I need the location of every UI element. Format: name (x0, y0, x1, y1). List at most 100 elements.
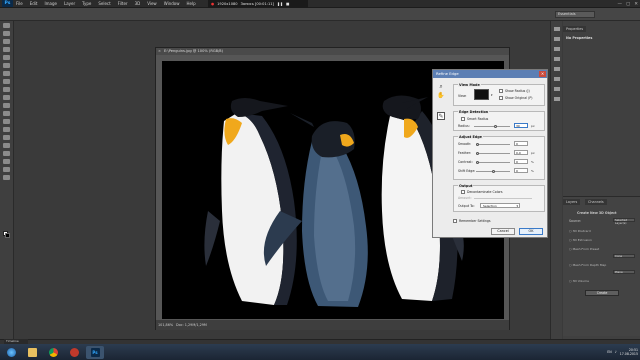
create-3d-button[interactable]: Create (585, 290, 619, 296)
minimize-button[interactable]: — (617, 2, 622, 7)
move-tool-icon[interactable] (3, 23, 10, 28)
blur-tool-icon[interactable] (3, 119, 10, 124)
preset-select[interactable]: Cone (613, 254, 635, 258)
adjust-row-slider[interactable] (476, 161, 510, 164)
option-3d-extrusion[interactable]: ○ 3D Extrusion (569, 238, 592, 242)
marquee-tool-icon[interactable] (3, 31, 10, 36)
start-orb-icon[interactable] (2, 346, 20, 359)
output-to-select[interactable]: Selection ▾ (480, 203, 520, 208)
menu-window[interactable]: Window (164, 1, 180, 6)
adjust-row-slider-knob[interactable] (476, 161, 479, 164)
decontaminate-checkbox[interactable] (461, 190, 465, 194)
menu-filter[interactable]: Filter (118, 1, 128, 6)
recorder-stop-icon[interactable]: ■ (286, 2, 289, 6)
workspace-select[interactable]: Essentials (555, 11, 595, 18)
radius-slider[interactable] (474, 125, 510, 128)
history-panel-icon[interactable] (553, 27, 560, 31)
adjustments-panel-icon[interactable] (553, 47, 560, 51)
remember-settings-checkbox[interactable] (453, 219, 457, 223)
adjust-row-slider-knob[interactable] (476, 143, 479, 146)
view-mode-thumbnail[interactable] (474, 89, 489, 100)
document-tab[interactable]: × E:\Penguins.jpg @ 100% (RGB/8) (156, 48, 509, 55)
show-original-checkbox[interactable] (499, 96, 503, 100)
menu-layer[interactable]: Layer (64, 1, 75, 6)
dropdown-arrow-icon[interactable]: ▾ (491, 93, 493, 97)
brush-panel-icon[interactable] (553, 77, 560, 81)
gradient-tool-icon[interactable] (3, 111, 10, 116)
clone-stamp-tool-icon[interactable] (3, 87, 10, 92)
smart-radius-checkbox[interactable] (461, 117, 465, 121)
type-tool-icon[interactable] (3, 143, 10, 148)
tab-properties[interactable]: Properties (563, 26, 587, 32)
clock[interactable]: 20:51 17.08.2015 (620, 348, 638, 356)
hand-tool-icon[interactable] (3, 167, 10, 172)
record-dot-icon[interactable]: ● (211, 2, 214, 6)
zoom-tool-icon[interactable] (3, 175, 10, 180)
shape-tool-icon[interactable] (3, 159, 10, 164)
crop-tool-icon[interactable] (3, 55, 10, 60)
menu-type[interactable]: Type (82, 1, 91, 6)
menu-file[interactable]: File (16, 1, 23, 6)
brush-tool-icon[interactable] (3, 79, 10, 84)
adjust-row-slider[interactable] (476, 170, 510, 173)
depth-map-select[interactable]: Plane (613, 270, 635, 274)
adjust-row-slider-knob[interactable] (492, 170, 495, 173)
zoom-level[interactable]: 101,86% (158, 323, 173, 327)
ok-button[interactable]: OK (519, 228, 543, 235)
dodge-tool-icon[interactable] (3, 127, 10, 132)
option-3d-postcard[interactable]: ○ 3D Postcard (569, 229, 591, 233)
character-panel-icon[interactable] (553, 57, 560, 61)
paragraph-panel-icon[interactable] (553, 67, 560, 71)
adjust-row-slider[interactable] (476, 143, 510, 146)
adjust-row-input[interactable]: 0 (514, 159, 528, 164)
cancel-button[interactable]: Cancel (491, 228, 515, 235)
option-mesh-depth[interactable]: ○ Mesh From Depth Map (569, 263, 606, 267)
amount-slider[interactable] (474, 198, 532, 199)
eraser-tool-icon[interactable] (3, 103, 10, 108)
dialog-title-bar[interactable]: Refine Edge × (433, 70, 547, 78)
radius-input[interactable]: 30 (514, 123, 528, 128)
channels-panel-icon[interactable] (553, 97, 560, 101)
dialog-close-button[interactable]: × (539, 71, 546, 77)
properties-panel-icon[interactable] (553, 37, 560, 41)
eyedropper-tool-icon[interactable] (3, 63, 10, 68)
tab-layers[interactable]: Layers (563, 199, 581, 205)
recorder-icon[interactable] (65, 346, 83, 359)
hand-tool-icon[interactable]: ✋ (437, 92, 445, 100)
adjust-row-slider-knob[interactable] (476, 152, 479, 155)
volume-icon[interactable]: ♪ (615, 350, 617, 354)
zoom-tool-icon[interactable]: ⌕ (437, 83, 445, 91)
menu-help[interactable]: Help (186, 1, 195, 6)
show-radius-checkbox[interactable] (499, 89, 503, 93)
background-color-swatch[interactable] (5, 233, 10, 238)
adjust-row-input[interactable]: 0,0 (514, 150, 528, 155)
explorer-icon[interactable] (23, 346, 41, 359)
adjust-row-input[interactable]: 0 (514, 141, 528, 146)
menu-view[interactable]: View (147, 1, 157, 6)
close-document-icon[interactable]: × (158, 48, 161, 55)
adjust-row-input[interactable]: 0 (514, 168, 528, 173)
adjust-row-slider[interactable] (476, 152, 510, 155)
menu-select[interactable]: Select (98, 1, 110, 6)
recorder-pause-icon[interactable]: ❚❚ (277, 2, 283, 6)
close-button[interactable]: ✕ (634, 2, 638, 7)
document-size-info[interactable]: Doc: 1,29M/1,29M (176, 320, 207, 330)
source-select[interactable]: Selected Layer(s) (613, 218, 635, 225)
menu-edit[interactable]: Edit (30, 1, 38, 6)
healing-tool-icon[interactable] (3, 71, 10, 76)
language-indicator[interactable]: EN (607, 350, 611, 354)
chrome-icon[interactable] (44, 346, 62, 359)
option-mesh-preset[interactable]: ○ Mesh From Preset (569, 247, 599, 251)
lasso-tool-icon[interactable] (3, 39, 10, 44)
tab-channels[interactable]: Channels (585, 199, 607, 205)
quick-select-tool-icon[interactable] (3, 47, 10, 52)
layers-panel-icon[interactable] (553, 87, 560, 91)
maximize-button[interactable]: ▢ (626, 2, 630, 7)
history-brush-tool-icon[interactable] (3, 95, 10, 100)
path-select-tool-icon[interactable] (3, 151, 10, 156)
refine-radius-tool-icon[interactable]: ✎ (437, 112, 445, 120)
photoshop-icon[interactable]: Ps (86, 345, 104, 359)
menu-3d[interactable]: 3D (135, 1, 141, 6)
radius-slider-knob[interactable] (494, 125, 497, 128)
pen-tool-icon[interactable] (3, 135, 10, 140)
